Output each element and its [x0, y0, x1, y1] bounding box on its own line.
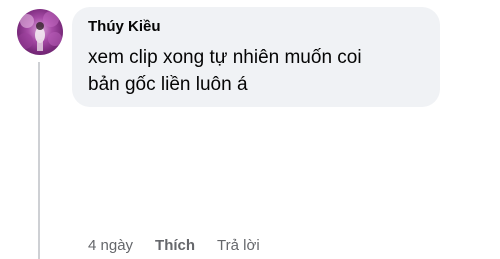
- comment-bubble: Thúy Kiều xem clip xong tự nhiên muốn co…: [72, 7, 440, 107]
- thread-line: [38, 62, 40, 259]
- avatar-image: [17, 11, 62, 51]
- comment-actions: 4 ngày Thích Trả lời: [88, 235, 260, 255]
- comment-author[interactable]: Thúy Kiều: [88, 18, 161, 35]
- reply-button[interactable]: Trả lời: [217, 237, 260, 254]
- like-button[interactable]: Thích: [155, 237, 195, 254]
- avatar[interactable]: [17, 9, 63, 55]
- comment-timestamp[interactable]: 4 ngày: [88, 237, 133, 254]
- comment-text-line: xem clip xong tự nhiên muốn coi: [88, 47, 362, 68]
- comment-text-line: bản gốc liền luôn á: [88, 74, 248, 95]
- comment-text: xem clip xong tự nhiên muốn coi bản gốc …: [88, 44, 428, 98]
